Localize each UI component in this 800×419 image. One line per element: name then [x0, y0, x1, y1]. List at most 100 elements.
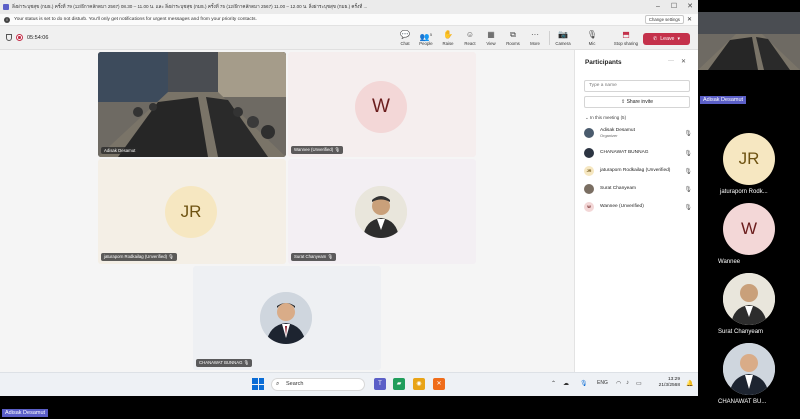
chevron-down-icon: ⌄ — [585, 115, 589, 120]
mic-off-icon: 🎙 — [684, 186, 692, 193]
video-stage: Adisak Desamut W Wannee (Unverified) 🎙 J… — [0, 50, 574, 372]
app-taskbar-icon[interactable]: ✕ — [433, 378, 445, 390]
video-tile-jaturaporn[interactable]: JR jaturaporn Rodkailag (Unverified) 🎙 — [98, 159, 286, 264]
video-tile-adisak[interactable]: Adisak Desamut — [98, 52, 286, 157]
profile-photo — [723, 273, 775, 325]
files-taskbar-icon[interactable]: ▰ — [393, 378, 405, 390]
chat-icon: 💬 — [400, 30, 410, 39]
window-title: ลิ่งผ่าระบุชสุข (กมธ.) ครั้งที่ 79 (12/ธ… — [12, 3, 368, 9]
meeting-toolbar: 05:54:06 💬 Chat 👥5 People ✋ Raise ☺ Reac… — [0, 26, 698, 50]
strip-participant[interactable]: Surat Chanyeam — [698, 273, 800, 343]
notification-text: Your status is set to do not disturb. Yo… — [14, 17, 257, 22]
speaker-icon[interactable]: ♪ — [626, 380, 629, 386]
participant-name-tag: Wannee (Unverified) 🎙 — [291, 146, 343, 154]
mic-button[interactable]: 🎙 Mic — [581, 29, 603, 46]
participant-row[interactable]: Surat Chanyeam 🎙 — [584, 182, 692, 196]
more-options-icon[interactable]: ··· — [668, 58, 674, 64]
more-button[interactable]: ··· More — [524, 29, 546, 46]
chevron-down-icon: ▾ — [677, 36, 681, 42]
react-icon: ☺ — [465, 30, 475, 39]
wifi-icon[interactable]: ◠ — [616, 380, 621, 387]
share-icon: ⬒ — [622, 30, 630, 39]
minimize-icon[interactable]: – — [650, 0, 666, 14]
notification-bar: i Your status is set to do not disturb. … — [0, 14, 698, 26]
windows-start-icon[interactable] — [252, 378, 264, 390]
participant-search-input[interactable]: Type a name — [584, 80, 690, 92]
stop-sharing-button[interactable]: ⬒ Stop sharing — [612, 29, 640, 46]
chat-button[interactable]: 💬 Chat — [394, 29, 416, 46]
strip-participant[interactable]: CHANAWAT BU... — [698, 343, 800, 413]
clock[interactable]: 13:29 21/3/2568 — [650, 377, 680, 389]
strip-participant[interactable]: JR jaturaporn Rodk... — [698, 133, 800, 203]
close-panel-icon[interactable]: ✕ — [681, 58, 686, 65]
share-invite-button[interactable]: ⇪ Share invite — [584, 96, 690, 108]
leave-button[interactable]: ✆ Leave ▾ — [643, 33, 690, 45]
chevron-up-icon[interactable]: ⌃ — [551, 380, 556, 387]
mic-off-icon: 🎙 — [684, 168, 692, 175]
chrome-taskbar-icon[interactable]: ◉ — [413, 378, 425, 390]
mic-icon: 🎙 — [684, 130, 692, 137]
avatar: W — [584, 202, 594, 212]
mic-off-icon: 🎙 — [334, 147, 340, 152]
avatar — [584, 184, 594, 194]
more-icon: ··· — [531, 30, 539, 39]
meeting-status: 05:54:06 — [6, 34, 48, 41]
view-button[interactable]: ▦ View — [480, 29, 502, 46]
battery-icon[interactable]: ▭ — [636, 380, 642, 387]
avatar — [355, 186, 407, 238]
camera-button[interactable]: 📷 Camera — [552, 29, 574, 46]
conference-room-video — [698, 12, 800, 70]
people-button[interactable]: 👥5 People — [415, 29, 437, 46]
info-icon: i — [4, 16, 10, 23]
view-icon: ▦ — [487, 30, 495, 39]
profile-photo — [723, 343, 775, 395]
strip-participant[interactable]: W Wannee — [698, 203, 800, 273]
cloud-icon[interactable]: ☁ — [563, 380, 569, 387]
participant-name-tag: Adisak Desamut — [101, 147, 139, 154]
avatar — [723, 343, 775, 395]
participant-row[interactable]: CHANAWAT BUNNAG 🎙 — [584, 146, 692, 160]
avatar: JR — [723, 133, 775, 185]
conference-room-video — [98, 52, 286, 157]
raise-hand-button[interactable]: ✋ Raise — [437, 29, 459, 46]
profile-photo — [260, 292, 312, 344]
section-header[interactable]: ⌄ In this meeting (5) — [585, 115, 626, 121]
mic-off-icon: 🎙 — [327, 254, 333, 259]
participant-name-tag: CHANAWAT BUNNAG 🎙 — [196, 359, 253, 367]
rooms-icon: ⧉ — [510, 30, 516, 39]
language-indicator[interactable]: ENG — [597, 380, 608, 386]
taskbar-search-input[interactable]: ⌕ Search — [271, 378, 365, 391]
notification-icon[interactable]: 🔔 — [686, 380, 693, 387]
close-icon[interactable]: ✕ — [682, 0, 698, 14]
avatar — [584, 128, 594, 138]
maximize-icon[interactable]: ☐ — [666, 0, 682, 14]
video-tile-wannee[interactable]: W Wannee (Unverified) 🎙 — [288, 52, 476, 157]
mic-off-icon: 🎙 — [684, 204, 692, 211]
avatar — [260, 292, 312, 344]
rooms-button[interactable]: ⧉ Rooms — [502, 29, 524, 46]
people-icon: 👥5 — [419, 32, 433, 42]
participant-row[interactable]: Adisak Desamut Organizer 🎙 — [584, 126, 692, 140]
video-tile-chanawat[interactable]: CHANAWAT BUNNAG 🎙 — [193, 266, 381, 370]
change-settings-button[interactable]: Change settings — [644, 15, 684, 24]
avatar: W — [355, 81, 407, 133]
react-button[interactable]: ☺ React — [459, 29, 481, 46]
meeting-timer: 05:54:06 — [27, 34, 49, 41]
avatar — [584, 148, 594, 158]
participant-name-tag: jaturaporn Rodkailag (Unverified) 🎙 — [101, 253, 177, 261]
teams-app-icon — [3, 4, 9, 10]
raise-hand-icon: ✋ — [443, 30, 453, 39]
teams-taskbar-icon[interactable]: T — [374, 378, 386, 390]
panel-title: Participants — [585, 59, 622, 66]
participant-row[interactable]: JR jaturaporn Rodkailag (Unverified) 🎙 — [584, 164, 692, 178]
video-tile-surat[interactable]: Surat Chanyeam 🎙 — [288, 159, 476, 264]
dismiss-icon[interactable]: ✕ — [687, 16, 692, 23]
screen: ลิ่งผ่าระบุชสุข (กมธ.) ครั้งที่ 79 (12/ธ… — [0, 0, 800, 419]
mic-off-icon: 🎙 — [684, 150, 692, 157]
mic-tray-icon[interactable]: 🎙 — [580, 380, 588, 387]
avatar: JR — [165, 186, 217, 238]
mic-off-icon: 🎙 — [168, 254, 174, 259]
participant-row[interactable]: W Wannee (Unverified) 🎙 — [584, 200, 692, 214]
profile-photo — [355, 186, 407, 238]
camera-icon: 📷 — [558, 30, 568, 39]
